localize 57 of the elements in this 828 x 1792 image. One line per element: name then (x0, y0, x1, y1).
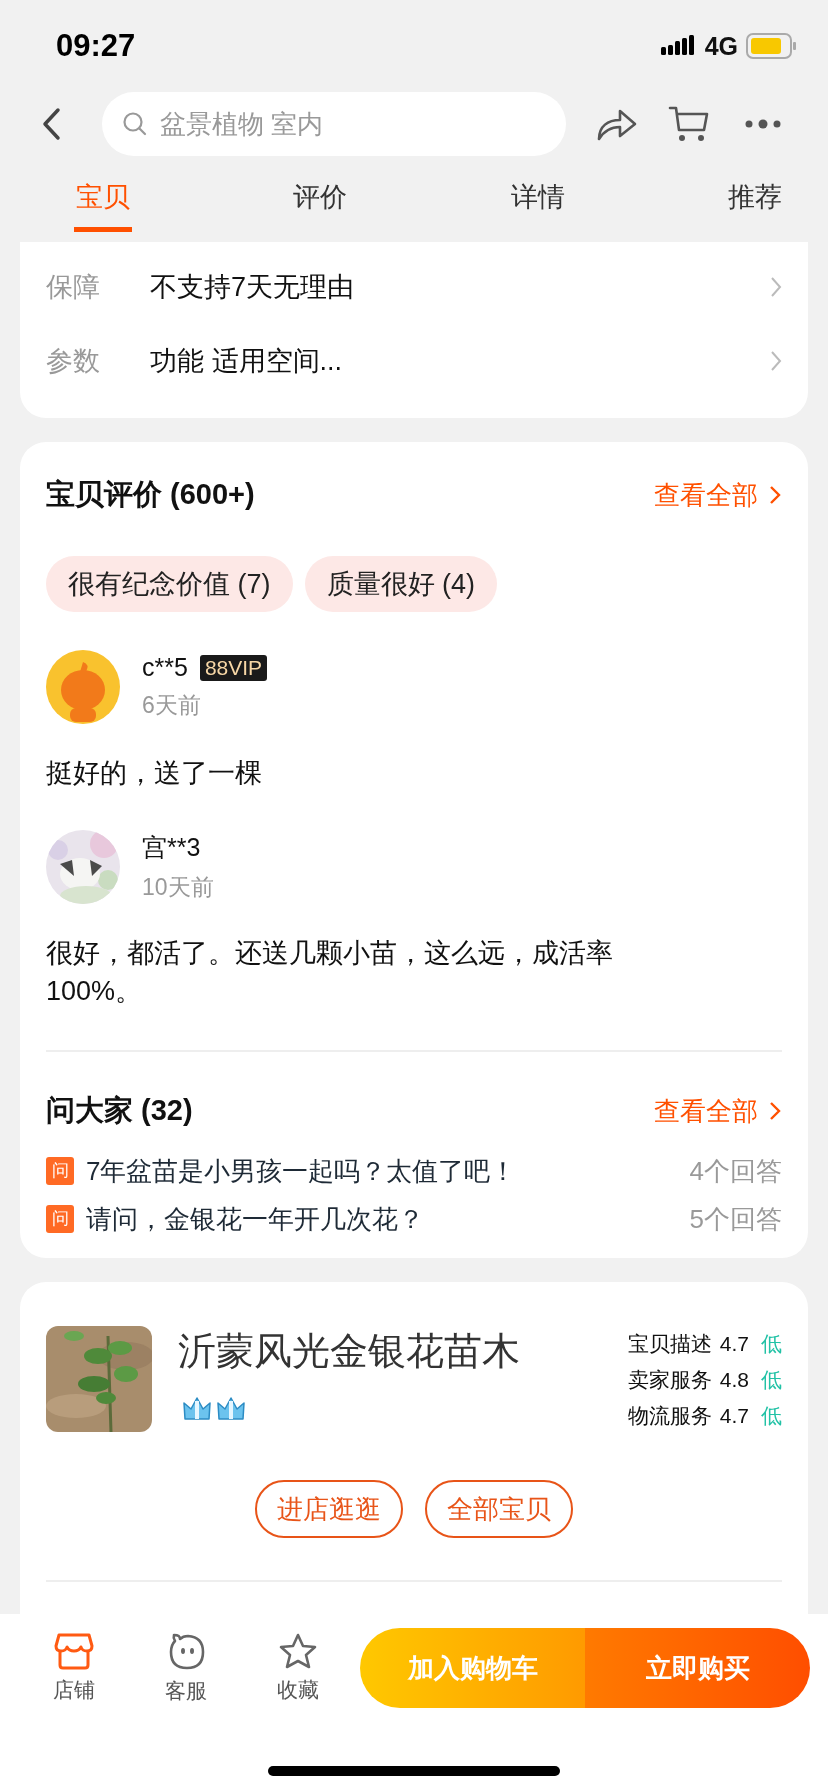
vip-badge: 88VIP (199, 654, 268, 681)
chevron-icon (768, 484, 782, 506)
rating-level: 低 (761, 1403, 782, 1429)
shop-button[interactable]: 全部宝贝 (425, 1480, 573, 1538)
battery-icon (746, 33, 796, 59)
star-icon[interactable] (278, 1632, 318, 1670)
user-name: 宫**3 (142, 832, 201, 863)
bottom-label: 店铺 (53, 1677, 95, 1703)
bottom-label: 客服 (165, 1678, 207, 1704)
row-value[interactable]: 功能 适用空间... (150, 343, 770, 379)
rating-level: 低 (761, 1367, 782, 1393)
answer-count: 5个回答 (689, 1202, 782, 1236)
rating-level: 低 (761, 1331, 782, 1357)
review-time: 10天前 (142, 873, 214, 902)
review-text: 很好，都活了。还送几颗小苗，这么远，成活率100%。 (46, 937, 614, 1008)
rating-label: 卖家服务 (627, 1367, 712, 1393)
network-label: 4G (704, 31, 738, 61)
user-name: c**5 (142, 653, 188, 682)
question-text[interactable]: 请问，金银花一年开几次花？ (86, 1201, 690, 1237)
section-title: 宝贝评价 (600+) (46, 477, 255, 512)
row-label: 参数 (46, 345, 101, 378)
bottom-label: 收藏 (277, 1677, 319, 1703)
rating-label: 宝贝描述 (627, 1331, 712, 1357)
row-label: 保障 (46, 271, 101, 304)
rating-score: 4.7 (719, 1404, 749, 1428)
row-value[interactable]: 不支持7天无理由 (150, 269, 770, 305)
rating-score: 4.8 (719, 1368, 749, 1392)
question-text[interactable]: 7年盆苗是小男孩一起吗？太值了吧！ (86, 1153, 690, 1189)
rating-label: 物流服务 (627, 1403, 712, 1429)
cart-icon[interactable] (668, 104, 710, 144)
chevron-icon (770, 350, 782, 372)
review-tag[interactable]: 很有纪念价值 (7) (46, 556, 293, 612)
section-title: 问大家 (32) (46, 1093, 193, 1128)
signal-icon (660, 35, 697, 57)
store-icon[interactable] (54, 1632, 94, 1670)
search-input[interactable]: 盆景植物 室内 (158, 107, 546, 141)
question-badge: 问 (46, 1157, 74, 1185)
chevron-icon (770, 276, 782, 298)
avatar-icon (46, 650, 120, 724)
review-tag[interactable]: 质量很好 (4) (304, 556, 497, 612)
tab[interactable]: 评价 (291, 166, 350, 232)
crown-icon (182, 1395, 212, 1423)
review-time: 6天前 (142, 691, 202, 720)
answer-count: 4个回答 (689, 1154, 782, 1188)
status-time: 09:27 (56, 28, 136, 64)
rating-score: 4.7 (719, 1332, 749, 1356)
tab[interactable]: 详情 (508, 166, 567, 232)
question-badge: 问 (46, 1205, 74, 1233)
search-field[interactable]: 盆景植物 室内 (102, 92, 566, 156)
more-icon[interactable] (744, 119, 782, 129)
chevron-icon (768, 1100, 782, 1122)
review-text: 挺好的，送了一棵 (46, 757, 263, 790)
crown-icon (216, 1395, 246, 1423)
search-icon (122, 111, 148, 137)
tab[interactable]: 推荐 (726, 166, 784, 232)
shop-name[interactable]: 沂蒙风光金银花苗木 (178, 1326, 628, 1377)
shop-button[interactable]: 进店逛逛 (255, 1480, 403, 1538)
